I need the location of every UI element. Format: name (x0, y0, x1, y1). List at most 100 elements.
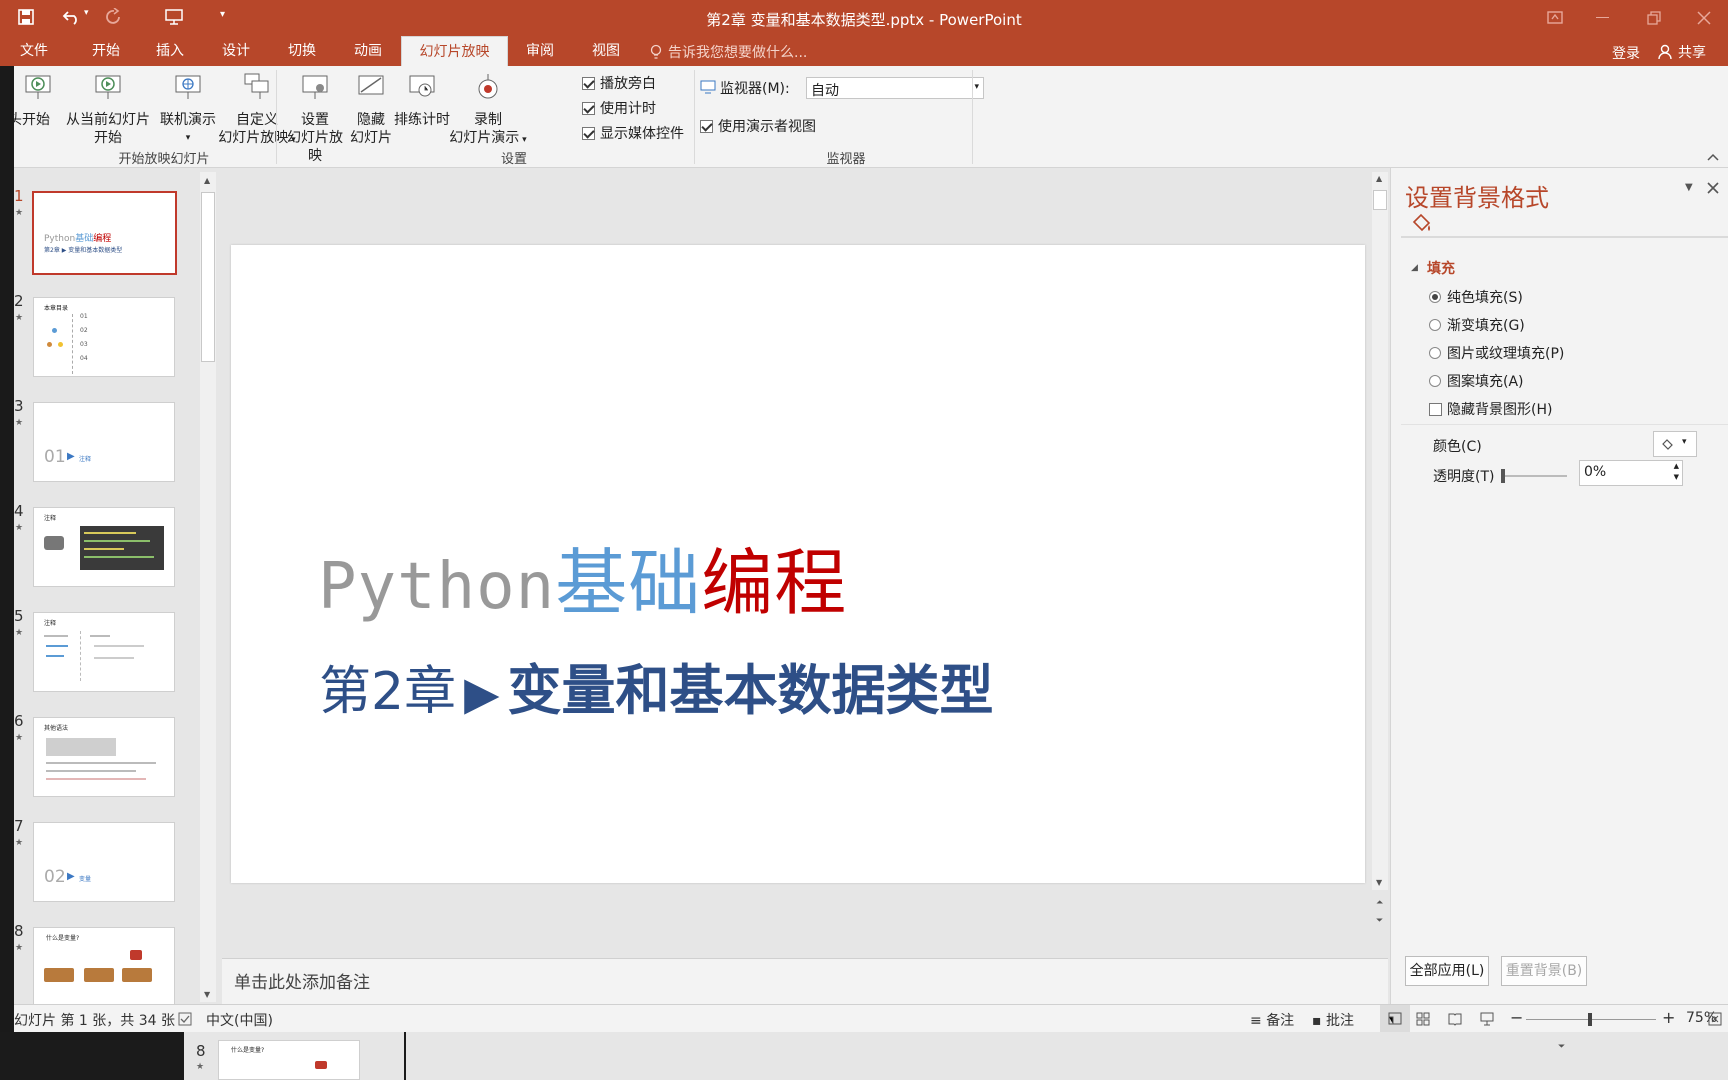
tab-design[interactable]: 设计 (214, 36, 258, 66)
collapse-ribbon-icon[interactable] (1706, 152, 1720, 162)
spin-down-icon[interactable]: ▼ (1674, 473, 1679, 481)
window-left-edge (0, 66, 14, 1032)
spin-up-icon[interactable]: ▲ (1674, 462, 1679, 470)
notes-area[interactable]: 单击此处添加备注 (222, 958, 1388, 1004)
thumbnail-scrollbar[interactable]: ▲ ▼ (200, 172, 216, 1002)
use-timings-checkbox[interactable]: 使用计时 (582, 98, 656, 118)
gradient-fill-radio[interactable]: 渐变填充(G) (1429, 315, 1525, 335)
slide-thumbnail-2[interactable]: 本章目录 01 02 03 04 (33, 297, 175, 377)
share-button[interactable]: 共享 (1678, 42, 1706, 62)
color-label: 颜色(C) (1433, 439, 1482, 455)
paint-bucket-icon[interactable] (1409, 212, 1433, 236)
user-icon (1658, 44, 1672, 60)
background-slide-thumbnail: 什么是变量? (218, 1040, 360, 1080)
tab-file[interactable]: 文件 (14, 36, 54, 66)
restore-icon[interactable] (1646, 10, 1662, 26)
minimize-icon[interactable] (1596, 17, 1609, 18)
close-pane-icon[interactable] (1707, 182, 1719, 194)
tab-review[interactable]: 审阅 (518, 36, 562, 66)
document-title: 第2章 变量和基本数据类型.pptx - PowerPoint (706, 11, 1022, 29)
tell-me-search[interactable]: 告诉我您想要做什么... (668, 42, 807, 62)
paint-bucket-icon (1662, 439, 1673, 450)
animation-star-icon: ★ (15, 208, 24, 218)
show-media-controls-checkbox[interactable]: 显示媒体控件 (582, 123, 684, 143)
slide-thumbnail-3[interactable]: 01 ▶ 注释 (33, 402, 175, 482)
tab-transitions[interactable]: 切换 (280, 36, 324, 66)
from-current-slide-button[interactable]: 从当前幻灯片 开始 (64, 72, 152, 147)
slide-thumbnail-1[interactable]: Python基础编程 第2章 ▶ 变量和基本数据类型 (32, 191, 177, 275)
group-label-setup: 设置 (500, 152, 527, 167)
zoom-slider[interactable] (1526, 1013, 1656, 1026)
zoom-in-button[interactable]: + (1662, 1008, 1675, 1027)
comments-toggle[interactable]: ▪ 批注 (1312, 1010, 1354, 1030)
setup-slideshow-button[interactable]: 设置 幻灯片放映 (282, 72, 348, 165)
monitor-label: 监视器(M): (720, 81, 790, 97)
normal-view-button[interactable] (1380, 1005, 1410, 1033)
transparency-input[interactable]: 0% ▲ ▼ (1579, 460, 1683, 486)
current-slide[interactable]: Python基础编程 第2章 ▶ 变量和基本数据类型 (231, 245, 1365, 883)
from-beginning-button[interactable]: 头开始 (8, 72, 62, 129)
color-picker-button[interactable]: ▾ (1653, 431, 1697, 457)
fill-section-header[interactable]: 填充 (1427, 258, 1455, 278)
slide-thumbnail-5[interactable]: 注释 (33, 612, 175, 692)
notes-toggle[interactable]: ≡ 备注 (1250, 1010, 1294, 1030)
thumb-number: 1 (14, 187, 24, 205)
slide-thumbnail-4[interactable]: 注释 (33, 507, 175, 587)
tab-home[interactable]: 开始 (84, 36, 128, 66)
hide-background-graphics-checkbox[interactable]: 隐藏背景图形(H) (1429, 399, 1552, 419)
reset-background-button[interactable]: 重置背景(B) (1501, 956, 1587, 986)
zoom-out-button[interactable]: − (1510, 1008, 1523, 1027)
hide-slide-button[interactable]: 隐藏 幻灯片 (348, 72, 394, 147)
slider-handle[interactable] (1501, 469, 1505, 483)
ribbon-display-options-icon[interactable] (1546, 10, 1564, 26)
collapse-icon[interactable]: ◢ (1411, 263, 1418, 273)
language-indicator[interactable]: 中文(中国) (206, 1010, 273, 1030)
login-link[interactable]: 登录 (1612, 43, 1640, 63)
scroll-thumb[interactable] (1373, 190, 1387, 210)
transparency-slider[interactable] (1501, 469, 1567, 483)
monitor-select[interactable]: 自动 ▾ (806, 77, 984, 99)
play-narrations-checkbox[interactable]: 播放旁白 (582, 73, 656, 93)
thumb-number: 2 (14, 292, 24, 310)
tab-animations[interactable]: 动画 (346, 36, 390, 66)
zoom-handle[interactable] (1588, 1013, 1592, 1026)
spelling-check-icon[interactable] (178, 1012, 192, 1026)
editor-scrollbar[interactable]: ▲ ▼ ⏶ ⏷ (1372, 172, 1388, 926)
tab-insert[interactable]: 插入 (148, 36, 192, 66)
record-slideshow-button[interactable]: 录制 幻灯片演示 ▾ (448, 72, 528, 149)
next-slide-icon[interactable]: ⏷ (1376, 916, 1383, 926)
tab-view[interactable]: 视图 (584, 36, 628, 66)
slide-subtitle[interactable]: 第2章 ▶ 变量和基本数据类型 (319, 664, 993, 719)
ribbon-slideshow: 头开始 从当前幻灯片 开始 联机演示 ▾ 自定义 幻灯片放映 ▾ 设置 幻灯片放… (8, 66, 1728, 168)
format-background-pane: 设置背景格式 ▼ ◢ 填充 纯色填充(S) 渐变填充(G) 图片或纹理填充(P)… (1390, 168, 1728, 1004)
fit-to-window-icon[interactable] (1708, 1012, 1722, 1026)
ribbon-tab-bar: 文件 开始 插入 设计 切换 动画 幻灯片放映 审阅 视图 告诉我您想要做什么.… (0, 36, 1728, 66)
slide-sorter-icon[interactable] (1416, 1012, 1430, 1026)
previous-slide-icon[interactable]: ⏶ (1376, 898, 1383, 908)
picture-texture-fill-radio[interactable]: 图片或纹理填充(P) (1429, 343, 1564, 363)
record-icon (478, 74, 498, 99)
group-label-monitor: 监视器 (826, 152, 866, 167)
slide-thumbnail-8[interactable]: 什么是变量? (33, 927, 175, 1007)
pane-options-icon[interactable]: ▼ (1685, 182, 1693, 193)
pattern-fill-radio[interactable]: 图案填充(A) (1429, 371, 1524, 391)
custom-slides-icon (244, 73, 269, 99)
tab-slideshow[interactable]: 幻灯片放映 (401, 36, 508, 66)
thumb-number: 5 (14, 607, 24, 625)
solid-fill-radio[interactable]: 纯色填充(S) (1429, 287, 1523, 307)
slide-thumbnail-6[interactable]: 其他语法 (33, 717, 175, 797)
scroll-thumb[interactable] (201, 192, 215, 362)
slide-thumbnail-7[interactable]: 02 ▶ 变量 (33, 822, 175, 902)
close-icon[interactable] (1696, 10, 1712, 26)
slideshow-view-icon[interactable] (1480, 1012, 1494, 1026)
apply-to-all-button[interactable]: 全部应用(L) (1405, 956, 1489, 986)
monitor-icon (700, 80, 716, 94)
reading-view-icon[interactable] (1448, 1012, 1462, 1026)
thumb-number: 7 (14, 817, 24, 835)
animation-star-icon: ★ (15, 523, 24, 533)
rehearse-timings-button[interactable]: 排练计时 (394, 72, 450, 129)
animation-star-icon: ★ (15, 838, 24, 848)
online-present-button[interactable]: 联机演示 ▾ (156, 72, 220, 147)
slide-title[interactable]: Python基础编程 (318, 547, 847, 619)
presenter-view-checkbox[interactable]: 使用演示者视图 (700, 116, 816, 136)
